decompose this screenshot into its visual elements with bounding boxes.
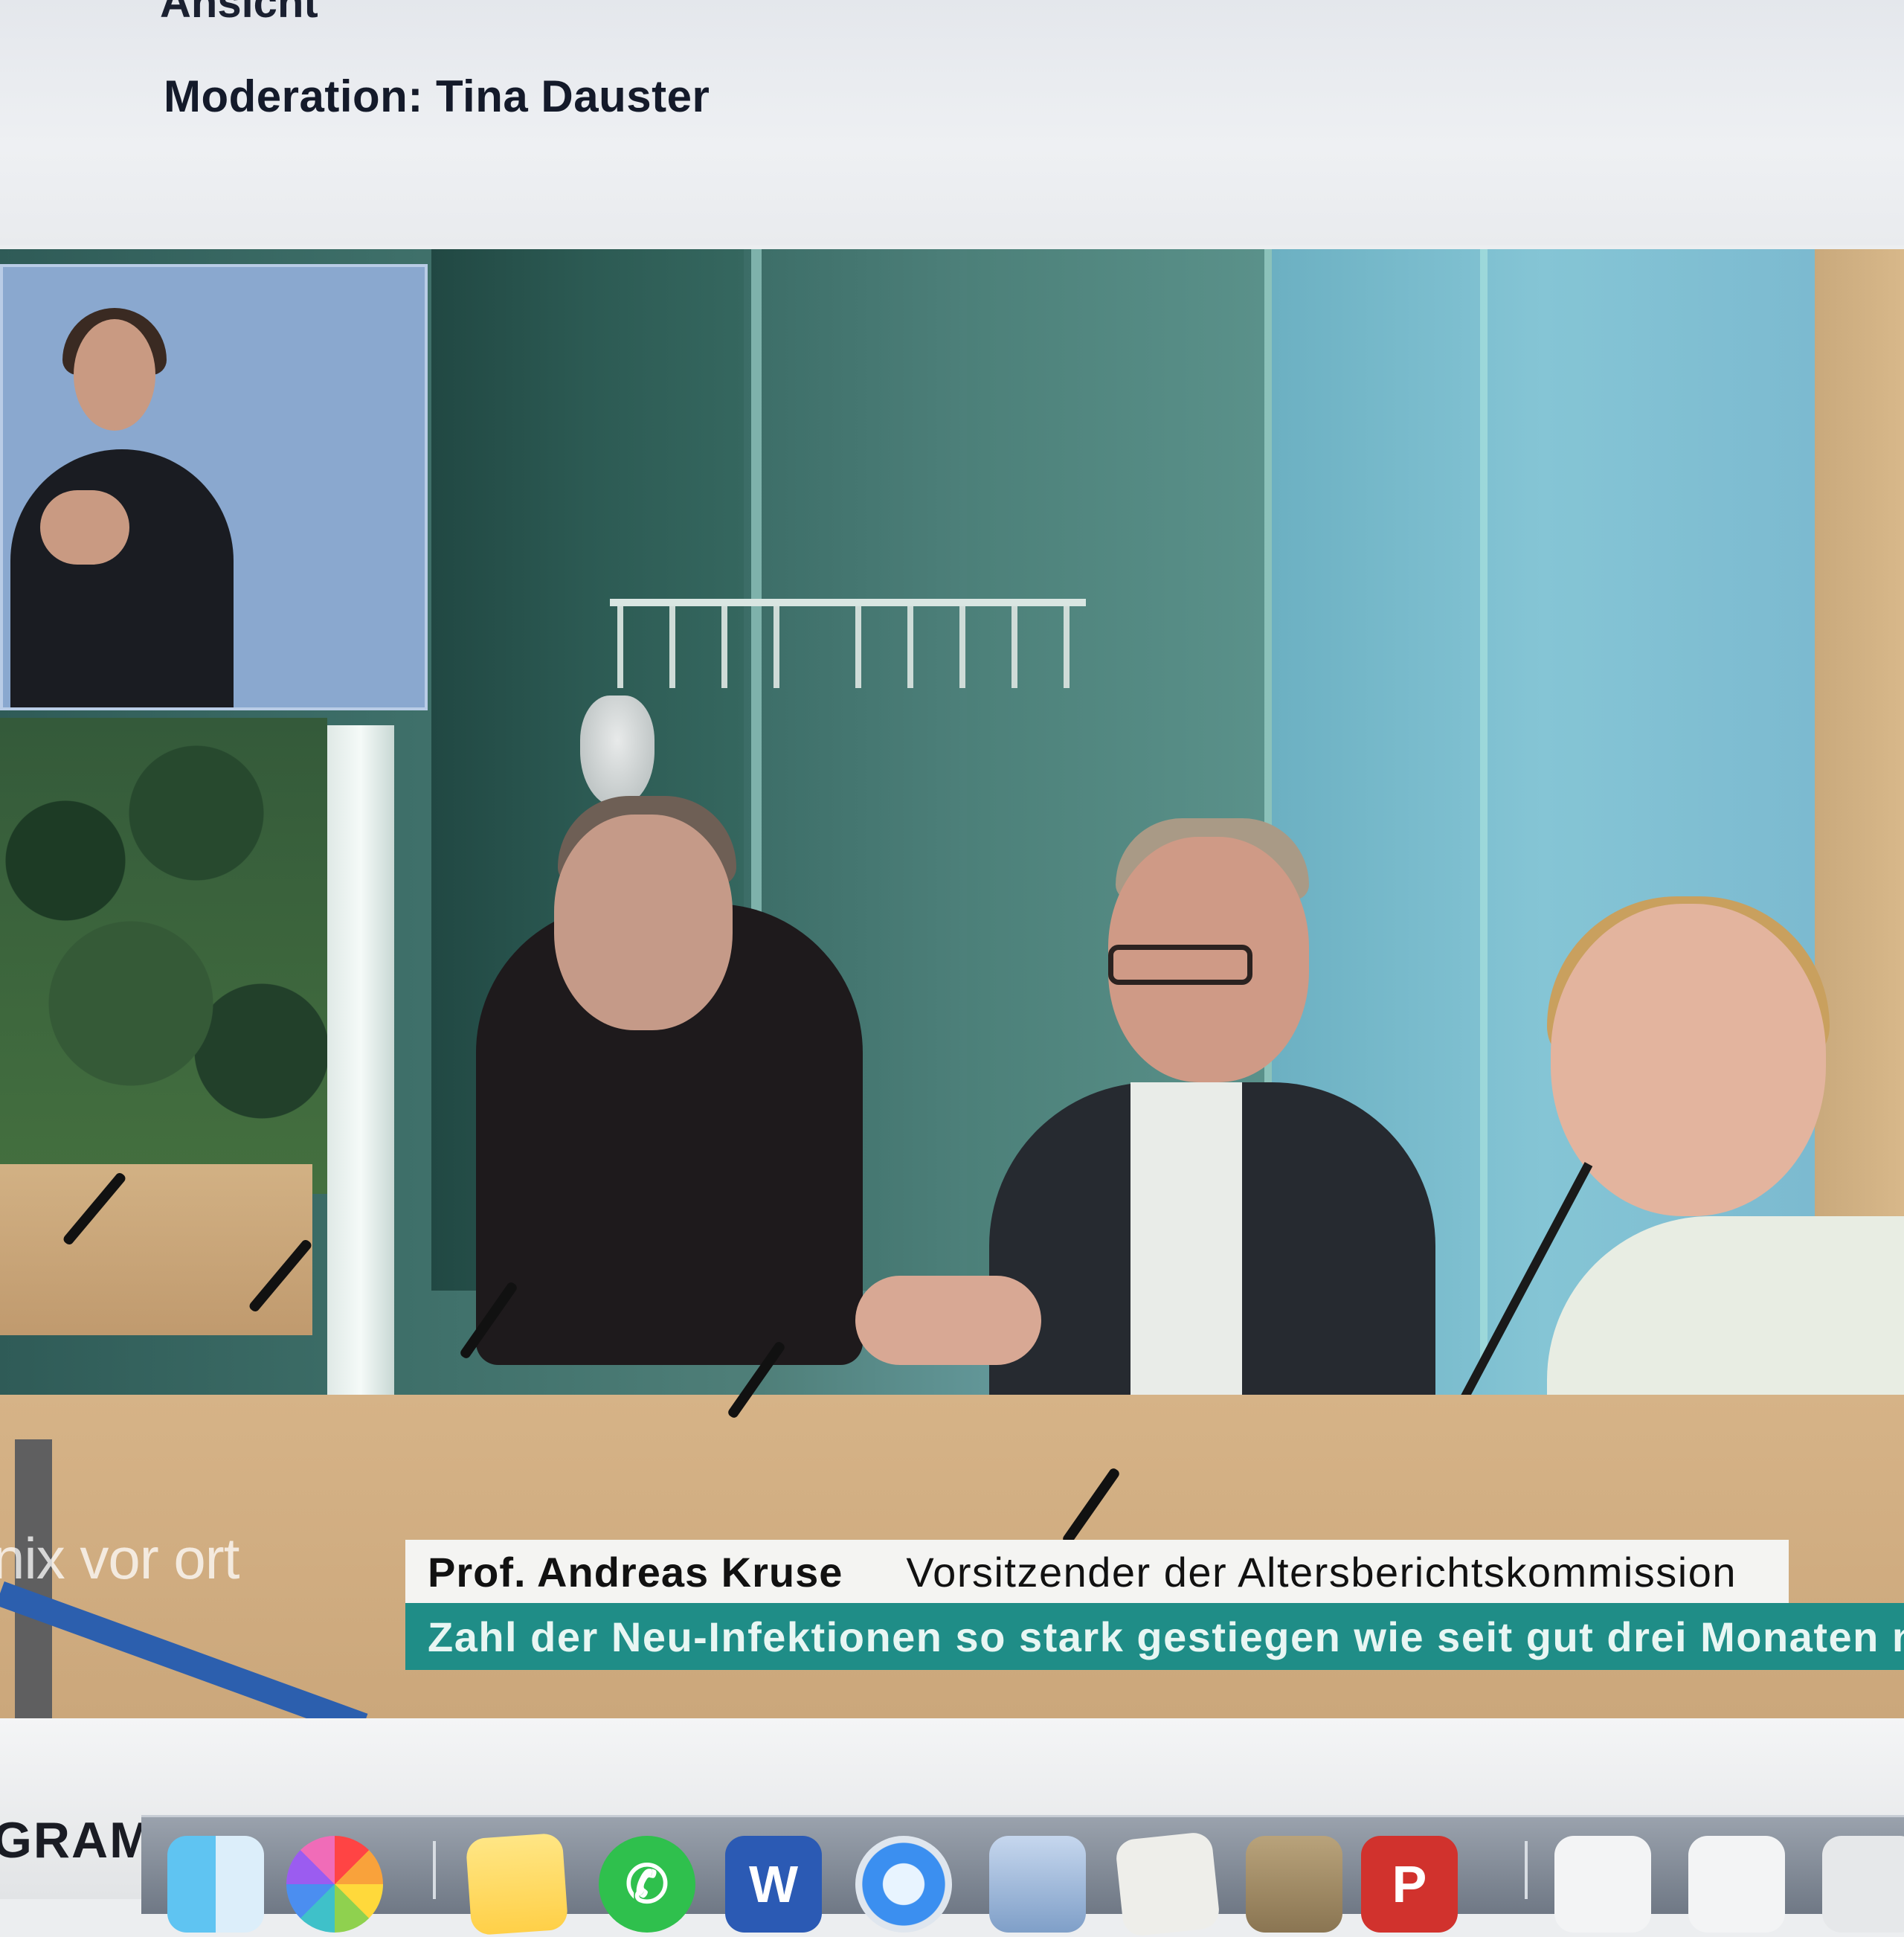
finder-icon[interactable] [167,1836,264,1933]
powerpoint-icon[interactable]: P [1361,1836,1458,1933]
clipped-heading: Ansicht [160,0,318,27]
document-icon[interactable] [1688,1836,1785,1933]
web-page-header: Ansicht Moderation: Tina Dauster [0,0,1904,245]
lower-third-name-bar: Prof. Andreas Kruse Vorsitzender der Alt… [405,1540,1789,1604]
speaker-role: Vorsitzender der Altersberichtskommissio… [906,1548,1737,1596]
channel-watermark: nix vor ort [0,1526,239,1591]
whatsapp-icon[interactable]: ✆ [599,1836,695,1933]
document-icon[interactable] [1554,1836,1651,1933]
interpreter-hands [40,490,129,565]
news-ticker: Zahl der Neu-Infektionen so stark gestie… [405,1603,1904,1670]
stickies-icon[interactable] [465,1832,569,1936]
hanging-lamp [580,696,654,807]
trees-background [0,718,327,1194]
dock-separator [1525,1841,1528,1899]
sign-language-interpreter-inset [0,264,428,710]
safari-icon[interactable] [855,1836,952,1933]
moderation-text: Moderation: Tina Dauster [164,71,710,121]
preview-icon[interactable] [989,1836,1086,1933]
dock-separator [433,1841,436,1899]
speaker-right-head [1551,904,1826,1216]
document-icon[interactable] [1822,1836,1904,1933]
ticker-text: Zahl der Neu-Infektionen so stark gestie… [428,1613,1904,1660]
coat-rack [610,599,1086,688]
speaker-left-head [554,815,733,1030]
video-player[interactable]: nix vor ort Prof. Andreas Kruse Vorsitze… [0,249,1904,1718]
speaker-center-hand [855,1276,1041,1365]
glasses [1108,945,1252,985]
lectern [0,1164,312,1335]
photos-icon[interactable] [286,1836,383,1933]
image-capture-icon[interactable] [1246,1836,1342,1933]
pages-icon[interactable] [1114,1831,1221,1937]
interpreter-body [10,449,234,707]
word-icon[interactable]: W [725,1836,822,1933]
speaker-name: Prof. Andreas Kruse [428,1548,843,1596]
interpreter-head [74,319,155,431]
window-frame [1480,249,1488,1365]
